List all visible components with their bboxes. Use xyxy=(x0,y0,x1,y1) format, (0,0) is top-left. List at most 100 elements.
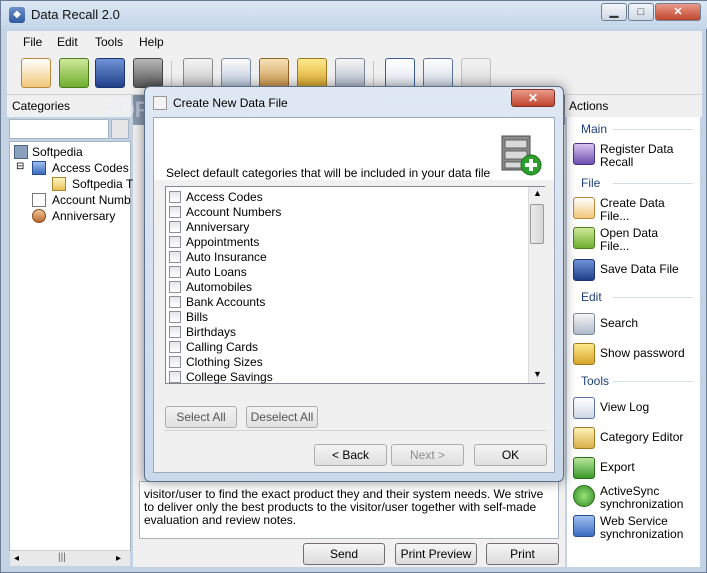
description-text[interactable]: visitor/user to find the exact product t… xyxy=(139,481,559,539)
scroll-up-icon[interactable]: ▲ xyxy=(533,188,542,198)
tree-node-anniversary[interactable]: Anniversary xyxy=(52,209,115,223)
register-icon xyxy=(573,143,595,165)
actions-title: Actions xyxy=(569,99,609,113)
tree-node-account-numbers[interactable]: Account Numb xyxy=(52,193,131,207)
activesync-action[interactable]: ActiveSync synchronization xyxy=(573,485,698,513)
print-preview-button[interactable]: Print Preview xyxy=(395,543,477,565)
copy-icon[interactable] xyxy=(221,58,251,88)
menu-edit[interactable]: Edit xyxy=(57,35,78,49)
category-editor-action[interactable]: Category Editor xyxy=(573,427,698,449)
checkbox[interactable] xyxy=(169,281,181,293)
next-button[interactable]: Next > xyxy=(391,444,464,466)
sync-icon xyxy=(573,485,595,507)
dialog-header: Select default categories that will be i… xyxy=(154,118,554,180)
document-icon xyxy=(32,193,46,207)
checkbox[interactable] xyxy=(169,206,181,218)
checkbox[interactable] xyxy=(169,341,181,353)
tree-node-softpedia[interactable]: Softpedia T xyxy=(72,177,133,191)
checkbox[interactable] xyxy=(169,371,181,383)
category-label: Bank Accounts xyxy=(186,295,266,309)
cut-icon[interactable] xyxy=(183,58,213,88)
activesync-label: ActiveSync synchronization xyxy=(600,484,684,511)
checklist-icon[interactable] xyxy=(385,58,415,88)
menu-bar: File Edit Tools Help xyxy=(7,31,702,53)
scroll-down-icon[interactable]: ▼ xyxy=(533,369,542,379)
close-file-icon[interactable] xyxy=(133,58,163,88)
menu-help[interactable]: Help xyxy=(139,35,164,49)
scroll-right-icon[interactable]: ▸ xyxy=(116,553,121,564)
show-password-action[interactable]: Show password xyxy=(573,343,698,365)
back-button[interactable]: < Back xyxy=(314,444,387,466)
tree-node-access-codes[interactable]: Access Codes xyxy=(52,161,129,175)
window-title: Data Recall 2.0 xyxy=(31,7,120,22)
save-data-file-action[interactable]: Save Data File xyxy=(573,259,698,281)
checkbox[interactable] xyxy=(169,266,181,278)
section-divider xyxy=(613,297,693,298)
paste-icon[interactable] xyxy=(259,58,289,88)
scroll-left-icon[interactable]: ◂ xyxy=(14,553,19,564)
save-disk-icon xyxy=(573,259,595,281)
list-scrollbar[interactable]: ▲ ▼ xyxy=(528,187,545,383)
checkbox[interactable] xyxy=(169,311,181,323)
section-tools: Tools xyxy=(581,374,610,388)
select-all-button[interactable]: Select All xyxy=(165,406,237,428)
checkbox[interactable] xyxy=(169,221,181,233)
section-file: File xyxy=(581,176,601,190)
categories-title: Categories xyxy=(12,99,71,113)
horizontal-scrollbar[interactable]: ◂ ||| ▸ xyxy=(10,550,130,566)
search-action[interactable]: Search xyxy=(573,313,698,335)
dialog-close-button[interactable]: ✕ xyxy=(511,89,555,107)
view-log-action[interactable]: View Log xyxy=(573,397,698,419)
save-disk-icon[interactable] xyxy=(95,58,125,88)
export-action[interactable]: Export xyxy=(573,457,698,479)
category-label: Birthdays xyxy=(186,325,237,339)
section-main: Main xyxy=(581,122,608,136)
send-button[interactable]: Send xyxy=(303,543,385,565)
section-edit: Edit xyxy=(581,290,602,304)
category-checklist: Access Codes Account Numbers Anniversary Ap… xyxy=(165,186,545,384)
checkbox[interactable] xyxy=(169,191,181,203)
note-icon xyxy=(52,177,66,191)
menu-file[interactable]: File xyxy=(23,35,42,49)
checkbox[interactable] xyxy=(169,356,181,368)
checkbox[interactable] xyxy=(169,251,181,263)
search-icon[interactable] xyxy=(335,58,365,88)
tree-node-root[interactable]: Softpedia xyxy=(32,145,83,159)
checkbox[interactable] xyxy=(169,296,181,308)
title-bar: ◆ Data Recall 2.0 ▁ □ ✕ xyxy=(1,1,707,29)
new-file-icon[interactable] xyxy=(21,58,51,88)
key-icon[interactable] xyxy=(297,58,327,88)
open-folder-icon[interactable] xyxy=(59,58,89,88)
deselect-all-button[interactable]: Deselect All xyxy=(246,406,318,428)
web-service-sync-label: Web Service synchronization xyxy=(600,514,684,541)
category-editor-icon xyxy=(573,427,595,449)
dialog-instruction: Select default categories that will be i… xyxy=(166,166,491,180)
category-search-input[interactable] xyxy=(9,119,109,139)
close-button[interactable]: ✕ xyxy=(655,3,701,21)
dialog-title: Create New Data File xyxy=(173,96,288,110)
collapse-icon[interactable]: ⊟ xyxy=(16,161,24,172)
export-label: Export xyxy=(600,460,635,474)
maximize-button[interactable]: □ xyxy=(628,3,654,21)
scroll-grip[interactable]: ||| xyxy=(58,552,66,563)
register-action[interactable]: Register Data Recall xyxy=(573,143,698,171)
actions-header: Actions xyxy=(565,95,702,117)
category-editor-icon[interactable] xyxy=(461,58,491,88)
category-label: Account Numbers xyxy=(186,205,282,219)
print-button[interactable]: Print xyxy=(486,543,559,565)
web-service-sync-action[interactable]: Web Service synchronization xyxy=(573,515,698,543)
minimize-button[interactable]: ▁ xyxy=(601,3,627,21)
open-data-file-action[interactable]: Open Data File... xyxy=(573,227,698,255)
checkbox[interactable] xyxy=(169,236,181,248)
ok-button[interactable]: OK xyxy=(474,444,547,466)
checkbox[interactable] xyxy=(169,326,181,338)
search-label: Search xyxy=(600,316,639,330)
view-log-icon[interactable] xyxy=(423,58,453,88)
scroll-thumb[interactable] xyxy=(530,204,544,244)
category-label: Automobiles xyxy=(186,280,253,294)
menu-tools[interactable]: Tools xyxy=(95,35,123,49)
category-label: Calling Cards xyxy=(186,340,259,354)
create-data-file-action[interactable]: Create Data File... xyxy=(573,197,698,225)
save-data-file-label: Save Data File xyxy=(600,262,679,276)
category-label: Auto Insurance xyxy=(186,250,267,264)
